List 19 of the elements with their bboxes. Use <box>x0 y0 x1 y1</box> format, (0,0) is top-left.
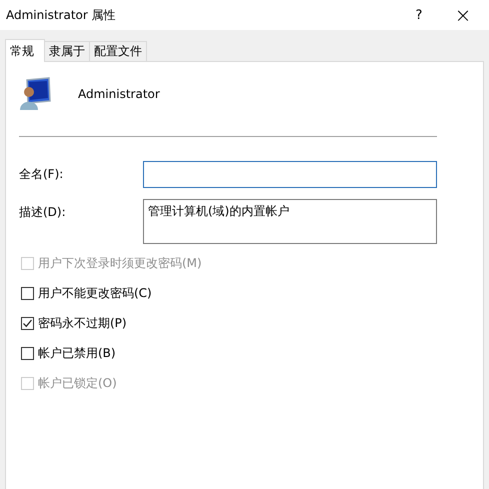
window-title: Administrator 属性 <box>6 6 117 24</box>
checkbox-label: 帐户已禁用(B) <box>38 345 116 362</box>
help-button[interactable]: ? <box>397 0 441 30</box>
tab[interactable]: 配置文件 <box>89 41 147 61</box>
tab[interactable]: 常规 <box>5 39 45 62</box>
checkbox[interactable] <box>21 287 34 300</box>
user-name: Administrator <box>78 87 160 101</box>
field-label: 描述(D): <box>19 204 67 221</box>
user-computer-icon <box>19 77 53 111</box>
field-label: 全名(F): <box>19 166 64 183</box>
checkbox-label: 用户下次登录时须更改密码(M) <box>38 255 202 272</box>
description-field[interactable]: 管理计算机(域)的内置帐户 <box>143 199 437 244</box>
checkbox-label: 密码永不过期(P) <box>38 315 127 332</box>
full-name-field[interactable] <box>143 161 437 188</box>
checkbox[interactable] <box>21 347 34 360</box>
checkbox[interactable] <box>21 317 34 330</box>
checkbox-label: 用户不能更改密码(C) <box>38 285 152 302</box>
close-button[interactable]: × <box>441 0 485 30</box>
checkbox-label: 帐户已锁定(O) <box>38 375 117 392</box>
